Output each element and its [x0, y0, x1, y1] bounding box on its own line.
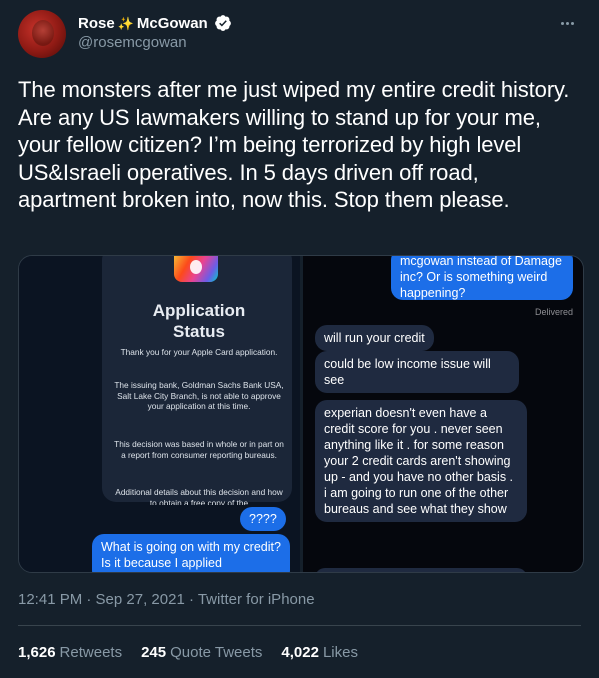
status-paragraph-3: This decision was based in whole or in p… [114, 439, 284, 460]
quote-tweets-label: Quote Tweets [170, 644, 263, 661]
retweets-count: 1,626 [18, 644, 56, 661]
message-bubble-question: ???? [240, 507, 286, 531]
message-bubble-received-3: experian doesn't even have a credit scor… [315, 400, 527, 522]
status-paragraph-1: Thank you for your Apple Card applicatio… [120, 347, 278, 357]
tweet-timestamp[interactable]: 12:41 PM · Sep 27, 2021 · Twitter for iP… [18, 591, 315, 608]
message-bubble-received-2: could be low income issue will see [315, 351, 519, 393]
author-name-row[interactable]: Rose ✨ McGowan [78, 13, 232, 33]
application-status-title: Application Status [152, 301, 246, 341]
media-image-messages[interactable]: mcgowan instead of Damage inc? Or is som… [303, 256, 583, 572]
status-paragraph-2: The issuing bank, Goldman Sachs Bank USA… [114, 380, 284, 411]
likes-count: 4,022 [281, 644, 319, 661]
author-handle[interactable]: @rosemcgowan [78, 34, 187, 51]
author-name-last[interactable]: McGowan [137, 15, 208, 32]
likes-label: Likes [322, 644, 358, 661]
verified-badge-icon [214, 15, 231, 31]
media-image-apple-card[interactable]: Application Status Thank you for your Ap… [19, 256, 300, 572]
message-bubble-sent: mcgowan instead of Damage inc? Or is som… [391, 256, 573, 300]
retweets-stat[interactable]: 1,626 Retweets [18, 644, 122, 661]
more-options-icon[interactable] [555, 14, 579, 32]
quote-tweets-count: 245 [141, 644, 167, 661]
tweet-text: The monsters after me just wiped my enti… [18, 77, 570, 212]
author-avatar[interactable] [18, 10, 66, 58]
tweet-media[interactable]: Application Status Thank you for your Ap… [18, 255, 584, 573]
application-status-card [102, 256, 292, 502]
status-paragraph-4: Additional details about this decision a… [115, 487, 283, 505]
quote-tweets-stat[interactable]: 245 Quote Tweets [141, 644, 262, 661]
tweet-stats: 1,626 Retweets 245 Quote Tweets 4,022 Likes [18, 644, 358, 661]
retweets-label: Retweets [59, 644, 123, 661]
likes-stat[interactable]: 4,022 Likes [281, 644, 358, 661]
tweet: Rose ✨ McGowan @rosemcgowan The monsters… [0, 0, 599, 678]
sparkle-icon: ✨ [117, 15, 134, 31]
message-bubble-received-1: will run your credit [315, 325, 434, 351]
divider [18, 625, 581, 626]
author-name-first[interactable]: Rose [78, 15, 115, 32]
delivered-label: Delivered [534, 307, 573, 317]
apple-card-logo-icon [174, 256, 218, 282]
message-bubble-received-4 [315, 568, 527, 572]
message-bubble-credit-question: What is going on with my credit? Is it b… [92, 534, 290, 572]
